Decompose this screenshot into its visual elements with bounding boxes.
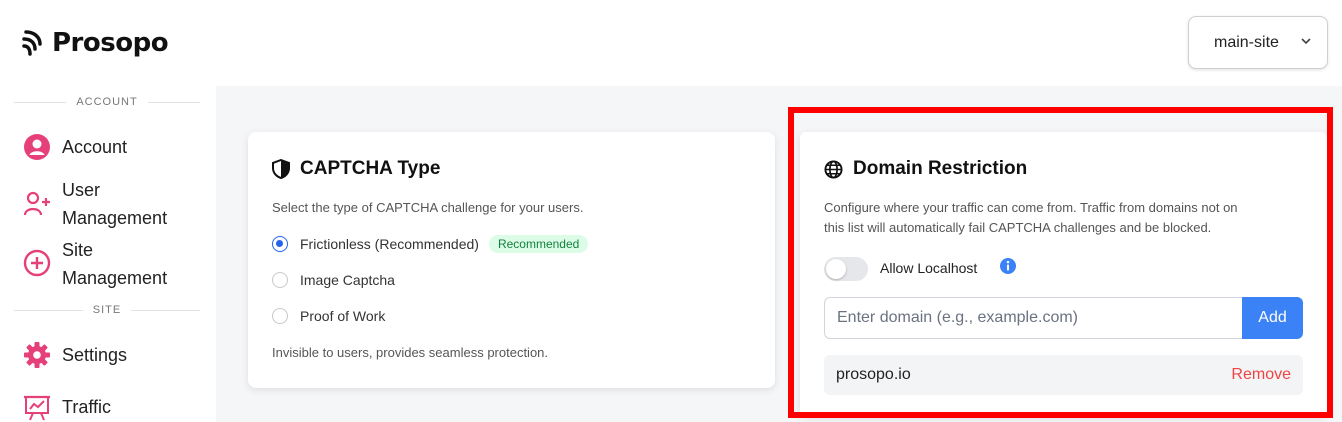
plus-circle-icon (22, 248, 52, 278)
section-label-account: ACCOUNT (14, 94, 201, 110)
allow-localhost-label: Allow Localhost (880, 260, 978, 276)
domain-restriction-description: Configure where your traffic can come fr… (824, 200, 1238, 235)
shield-icon (272, 159, 290, 179)
radio-button[interactable] (272, 236, 288, 252)
domain-input[interactable] (824, 297, 1243, 339)
recommended-badge: Recommended (488, 235, 589, 253)
prosopo-logo-icon (22, 30, 42, 56)
chart-board-icon (22, 392, 52, 422)
allow-localhost-toggle[interactable] (824, 257, 868, 281)
add-domain-button[interactable]: Add (1242, 297, 1303, 339)
sidebar-item-account[interactable]: Account (22, 132, 127, 162)
option-label: Image Captcha (300, 272, 395, 288)
section-label-site: SITE (14, 302, 201, 318)
sidebar-item-settings[interactable]: Settings (22, 340, 127, 370)
radio-button[interactable] (272, 272, 288, 288)
option-label: Proof of Work (300, 308, 386, 324)
site-selector-value: main-site (1214, 33, 1279, 51)
toggle-knob (826, 259, 846, 279)
info-icon[interactable] (999, 257, 1017, 275)
domain-restriction-title: Domain Restriction (824, 158, 1027, 180)
sidebar-item-label: Traffic (62, 397, 112, 417)
captcha-type-title: CAPTCHA Type (272, 158, 440, 180)
site-selector[interactable]: main-site (1188, 16, 1328, 69)
domain-name: prosopo.io (836, 366, 911, 383)
captcha-type-footer: Invisible to users, provides seamless pr… (272, 345, 549, 360)
main-content: CAPTCHA Type Select the type of CAPTCHA … (216, 86, 1342, 422)
domain-list-item: prosopo.io Remove (824, 355, 1303, 395)
radio-button[interactable] (272, 308, 288, 324)
captcha-option-frictionless[interactable]: Frictionless (Recommended) Recommended (272, 235, 589, 253)
sidebar-item-label: Site Management (62, 240, 168, 288)
captcha-type-description: Select the type of CAPTCHA challenge for… (272, 200, 584, 215)
top-bar: Prosopo main-site (0, 0, 1342, 86)
captcha-option-pow[interactable]: Proof of Work (272, 308, 385, 324)
user-add-icon (22, 188, 52, 218)
chevron-down-icon (1301, 38, 1311, 45)
remove-domain-button[interactable]: Remove (1231, 366, 1291, 384)
globe-icon (824, 159, 843, 179)
sidebar-item-label: User Management (62, 180, 168, 228)
user-circle-icon (22, 132, 52, 162)
domain-restriction-card: Domain Restriction Configure where your … (800, 132, 1327, 416)
brand-logo[interactable]: Prosopo (22, 26, 169, 60)
option-label: Frictionless (Recommended) (300, 236, 479, 252)
gear-icon (22, 340, 52, 370)
captcha-type-card: CAPTCHA Type Select the type of CAPTCHA … (248, 132, 775, 388)
captcha-option-image[interactable]: Image Captcha (272, 272, 395, 288)
brand-name: Prosopo (52, 28, 169, 58)
sidebar-item-site-management[interactable]: Site Management (22, 236, 167, 292)
sidebar-item-user-management[interactable]: User Management (22, 176, 167, 232)
sidebar: ACCOUNT Account User Management Site Man… (0, 86, 216, 422)
sidebar-item-label: Account (62, 137, 128, 157)
sidebar-item-label: Settings (62, 345, 128, 365)
sidebar-item-traffic[interactable]: Traffic (22, 392, 111, 422)
